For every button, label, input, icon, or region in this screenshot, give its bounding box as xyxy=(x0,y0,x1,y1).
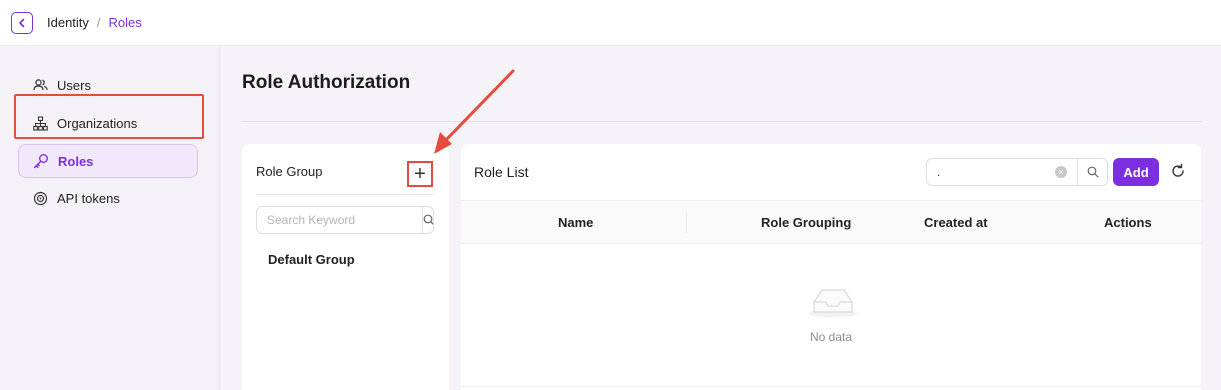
empty-state-text: No data xyxy=(810,330,853,344)
key-icon xyxy=(33,153,49,169)
token-icon xyxy=(32,190,48,206)
top-bar: Identity / Roles xyxy=(0,0,1221,46)
add-role-group-button[interactable]: + xyxy=(407,161,433,187)
role-search: . × xyxy=(926,158,1108,186)
sidebar-item-label: Users xyxy=(57,77,91,93)
users-icon xyxy=(32,77,48,93)
org-tree-icon xyxy=(32,115,48,131)
search-button[interactable] xyxy=(422,207,433,233)
page-title: Role Authorization xyxy=(242,72,411,93)
role-list-panel: Role List . × Add Name Role Grouping Cre… xyxy=(461,144,1201,390)
role-list-title: Role List xyxy=(474,164,529,180)
chevron-left-icon xyxy=(19,18,25,27)
refresh-button[interactable] xyxy=(1168,161,1188,181)
sidebar-item-label: API tokens xyxy=(57,190,120,206)
column-header-created-at[interactable]: Created at xyxy=(924,215,988,230)
sidebar-item-users[interactable]: Users xyxy=(18,68,198,102)
role-search-input[interactable]: . xyxy=(927,159,1055,185)
role-group-item-default[interactable]: Default Group xyxy=(268,252,355,267)
search-button[interactable] xyxy=(1077,159,1107,185)
divider xyxy=(256,194,434,195)
column-separator xyxy=(686,213,687,233)
search-icon xyxy=(1087,166,1099,178)
divider xyxy=(242,121,1202,122)
sidebar-item-label: Organizations xyxy=(57,115,138,131)
sidebar-item-api-tokens[interactable]: API tokens xyxy=(18,181,198,215)
breadcrumb-roles: Roles xyxy=(108,15,142,30)
add-role-button[interactable]: Add xyxy=(1113,158,1159,186)
role-group-search xyxy=(256,206,434,234)
empty-inbox-icon xyxy=(807,284,859,323)
column-header-name[interactable]: Name xyxy=(558,215,593,230)
role-group-title: Role Group xyxy=(256,164,323,179)
refresh-icon xyxy=(1172,163,1184,177)
sidebar-item-organizations[interactable]: Organizations xyxy=(18,106,198,140)
sidebar-item-roles[interactable]: Roles xyxy=(18,144,198,178)
divider xyxy=(461,386,1201,387)
breadcrumb-identity[interactable]: Identity xyxy=(47,15,89,30)
clear-icon[interactable]: × xyxy=(1055,166,1067,178)
column-header-role-grouping[interactable]: Role Grouping xyxy=(761,215,851,230)
breadcrumb-separator: / xyxy=(96,15,101,30)
search-keyword-input[interactable] xyxy=(257,207,422,233)
search-icon xyxy=(423,214,433,225)
table-header: Name Role Grouping Created at Actions xyxy=(461,200,1201,244)
back-button[interactable] xyxy=(11,11,33,34)
column-header-actions[interactable]: Actions xyxy=(1104,215,1152,230)
role-group-panel: Role Group + Default Group xyxy=(242,144,449,390)
sidebar-item-label: Roles xyxy=(58,153,94,169)
